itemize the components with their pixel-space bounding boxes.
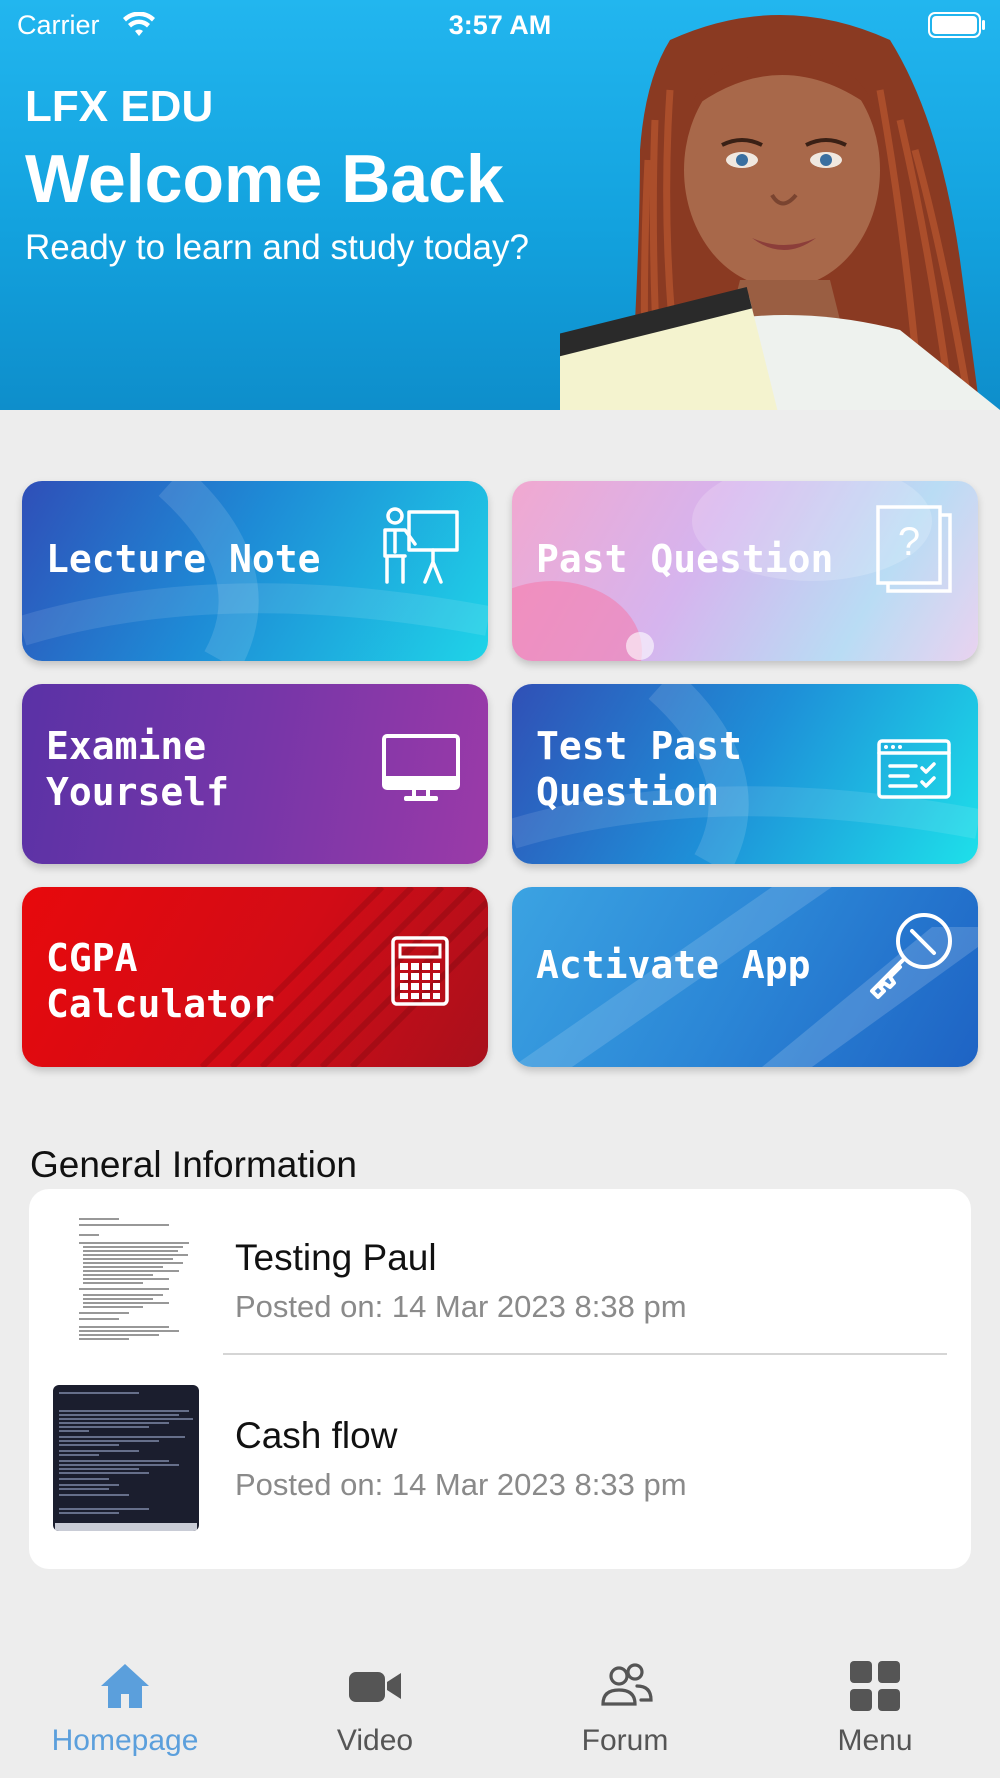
tile-label: Past Question [536, 537, 834, 581]
news-card: Testing Paul Posted on: 14 Mar 2023 8:38… [29, 1189, 971, 1569]
tab-forum[interactable]: Forum [500, 1636, 750, 1778]
checklist-window-icon [877, 739, 951, 799]
presentation-icon [383, 507, 459, 584]
tile-label: Examine Yourself [46, 724, 230, 814]
cgpa-calculator-tile[interactable]: CGPA Calculator [22, 887, 488, 1067]
tile-label: Lecture Note [46, 537, 321, 581]
news-thumbnail [53, 1385, 199, 1531]
tab-homepage[interactable]: Homepage [0, 1636, 250, 1778]
tile-label: Test Past Question [536, 724, 742, 814]
people-icon [601, 1663, 653, 1706]
news-item[interactable]: Testing Paul Posted on: 14 Mar 2023 8:38… [29, 1189, 971, 1367]
section-title: General Information [30, 1144, 358, 1185]
calculator-icon [391, 936, 449, 1006]
welcome-title: Welcome Back [25, 141, 504, 217]
question-document-icon: ? [876, 505, 952, 593]
tab-menu[interactable]: Menu [750, 1636, 1000, 1778]
tab-bar: Homepage Video Forum Menu [0, 1636, 1000, 1778]
test-past-question-tile[interactable]: Test Past Question [512, 684, 978, 864]
news-date: Posted on: 14 Mar 2023 8:33 pm [235, 1467, 687, 1502]
past-question-tile[interactable]: Past Question ? [512, 481, 978, 661]
news-date: Posted on: 14 Mar 2023 8:38 pm [235, 1289, 687, 1324]
news-thumbnail [53, 1209, 199, 1355]
tab-label: Video [336, 1724, 414, 1757]
lecture-note-tile[interactable]: Lecture Note [22, 481, 488, 661]
monitor-icon [382, 734, 460, 801]
header-banner: Carrier 3:57 AM LFX EDU Welcome Back Rea… [0, 0, 1000, 410]
home-icon [101, 1664, 149, 1708]
tab-label: Menu [837, 1724, 913, 1757]
activate-app-tile[interactable]: Activate App [512, 887, 978, 1067]
grid-icon [850, 1661, 900, 1711]
key-icon [870, 913, 952, 999]
tab-video[interactable]: Video [250, 1636, 500, 1778]
news-item[interactable]: Cash flow Posted on: 14 Mar 2023 8:33 pm [29, 1367, 971, 1545]
divider [223, 1353, 947, 1355]
tab-label: Forum [581, 1724, 669, 1757]
news-title: Cash flow [235, 1415, 398, 1456]
tab-label: Homepage [51, 1724, 199, 1757]
news-title: Testing Paul [235, 1237, 437, 1278]
student-photo [560, 15, 1000, 410]
tile-label: Activate App [536, 943, 811, 987]
svg-text:?: ? [898, 520, 920, 564]
examine-yourself-tile[interactable]: Examine Yourself [22, 684, 488, 864]
welcome-subtitle: Ready to learn and study today? [25, 228, 529, 267]
tile-label: CGPA Calculator [46, 936, 275, 1026]
video-camera-icon [349, 1672, 401, 1702]
brand-name: LFX EDU [25, 82, 214, 131]
